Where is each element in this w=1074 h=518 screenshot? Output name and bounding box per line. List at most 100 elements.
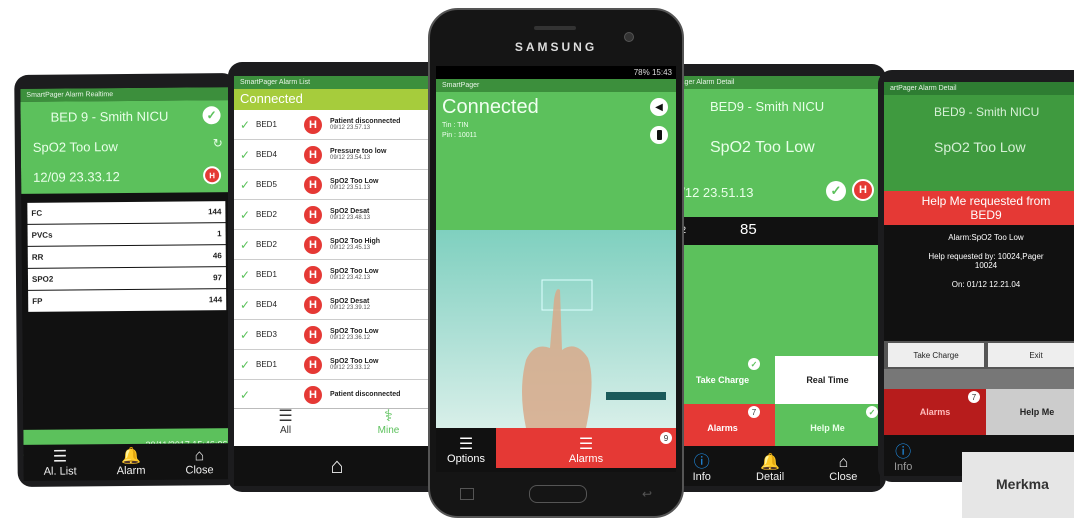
- alarm-list: ✓ BED1 H Patient disconnected 09/12 23.57.13…: [234, 110, 440, 408]
- tab-mine[interactable]: ⚕ Mine: [337, 409, 440, 445]
- ack-check-icon: ✓: [239, 267, 251, 282]
- brand-label: SAMSUNG: [514, 40, 598, 54]
- popup-timestamp: On: 01/12 12.21.04: [951, 280, 1021, 289]
- ack-check-icon[interactable]: ✓: [826, 181, 846, 201]
- real-time-button[interactable]: Real Time: [775, 356, 880, 404]
- list-icon: ☰: [578, 436, 594, 453]
- tab-all[interactable]: ☰ All: [234, 409, 337, 445]
- high-priority-icon: H: [302, 323, 324, 346]
- alarm-label: SpO2 Too Low: [32, 139, 118, 155]
- hand-touch-icon: [522, 279, 593, 428]
- row-bed: BED2: [256, 210, 277, 219]
- back-key[interactable]: ↩: [642, 487, 652, 501]
- home-icon[interactable]: ⌂: [330, 455, 343, 477]
- ack-check-icon[interactable]: ✓: [202, 106, 221, 125]
- nav-alarms[interactable]: ☰ Alarms 9: [496, 428, 676, 468]
- help-popup: Help Me requested from BED9 Alarm:SpO2 T…: [884, 191, 1074, 341]
- home-key[interactable]: [528, 485, 587, 503]
- alarm-icon: 🔔: [760, 454, 781, 471]
- vital-box: O2 85: [670, 217, 880, 248]
- alarm-list-row[interactable]: ✓BED5HSpO2 Too Low09/12 23.51.13S: [234, 170, 440, 200]
- refresh-icon[interactable]: ↻: [213, 136, 223, 150]
- row-bed: BED5: [256, 180, 277, 189]
- vitals-panel: FC 144 PVCs 1 RR 46 SPO2 97 FP 144: [21, 192, 234, 430]
- alarms-count-badge: 7: [748, 406, 760, 418]
- row-time: 09/12 23.39.12: [330, 305, 371, 311]
- ack-check-icon: ✓: [239, 147, 251, 162]
- row-bed: BED3: [256, 330, 277, 339]
- nav-alarm[interactable]: 🔔 Alarm: [117, 447, 146, 480]
- help-me-button[interactable]: Help Me: [775, 404, 880, 452]
- popup-actions: Take Charge Exit: [884, 341, 1074, 369]
- row-bed: BED4: [256, 150, 277, 159]
- battery-icon[interactable]: [650, 126, 668, 144]
- nav-close[interactable]: ⌂ Close: [185, 447, 213, 479]
- high-priority-icon: H: [302, 263, 324, 286]
- alarm-list-row[interactable]: ✓BED2HSpO2 Desat09/12 23.48.13S: [234, 200, 440, 230]
- status-bar: 78% 15:43: [436, 66, 676, 79]
- hardware-buttons: ↩: [430, 480, 682, 508]
- high-priority-icon: H: [302, 383, 324, 406]
- bed-label: BED9 - Smith NICU: [934, 105, 1040, 119]
- row-time: 09/12 23.45.13: [330, 245, 371, 251]
- app-title: artPager Alarm Detail: [884, 82, 1074, 95]
- help-me-button[interactable]: Help Me: [986, 389, 1074, 435]
- high-priority-icon: H: [852, 179, 874, 201]
- dim-row: [884, 369, 1074, 389]
- vital-row: FC 144: [27, 201, 226, 224]
- alarm-list-row[interactable]: ✓ BED1 H Patient disconnected 09/12 23.57.13: [234, 110, 440, 140]
- vital-row: PVCs 1: [27, 223, 226, 246]
- alarm-list-row[interactable]: ✓BED2HSpO2 Too High09/12 23.45.13S: [234, 230, 440, 260]
- alarm-list-row[interactable]: ✓BED3HSpO2 Too Low09/12 23.36.12S: [234, 320, 440, 350]
- high-priority-icon: H: [302, 233, 324, 256]
- caption-box: Merkma: [962, 452, 1074, 518]
- alarm-list-row[interactable]: ✓BED4HSpO2 Desat09/12 23.39.12S: [234, 290, 440, 320]
- exit-button[interactable]: Exit: [988, 343, 1074, 367]
- nav-detail[interactable]: 🔔 Detail: [756, 455, 784, 486]
- sound-icon[interactable]: ◀: [650, 98, 668, 116]
- alarm-label: SpO2 Too Low: [934, 139, 1026, 155]
- row-time: 09/12 23.54.13: [330, 155, 371, 161]
- row-alarm: Patient disconnected: [330, 118, 401, 125]
- nav-info[interactable]: ⓘ Info: [894, 445, 912, 476]
- popup-alarm: Alarm:SpO2 Too Low: [948, 233, 1024, 242]
- camera-dot: [624, 32, 634, 42]
- row-bed: BED4: [256, 300, 277, 309]
- high-priority-icon: H: [302, 203, 324, 226]
- nav-info[interactable]: ⓘ Info: [693, 455, 711, 486]
- nav-options[interactable]: ☰ Options: [436, 428, 496, 468]
- nav-close[interactable]: ⌂ Close: [829, 455, 857, 486]
- alarm-list-row[interactable]: ✓ BED4 H Pressure too low 09/12 23.54.13: [234, 140, 440, 170]
- connection-status: Connected: [234, 89, 440, 110]
- bed-label: BED 9 - Smith NICU: [50, 108, 169, 125]
- ack-check-icon: ✓: [239, 207, 251, 222]
- bottom-nav: ⓘ Info 🔔 Detail ⌂ Close: [670, 446, 880, 486]
- recent-apps-key[interactable]: [460, 488, 474, 500]
- ack-check-icon: ✓: [239, 327, 251, 342]
- ack-check-icon: ✓: [239, 177, 251, 192]
- high-priority-icon: H: [302, 173, 324, 196]
- pin-label: Pin : 10011: [442, 132, 477, 139]
- screen-main: 78% 15:43 SmartPager Connected Tin : TIN…: [436, 66, 676, 472]
- alarm-list-row[interactable]: ✓BED1HSpO2 Too Low09/12 23.42.13S: [234, 260, 440, 290]
- row-time: 09/12 23.42.13: [330, 275, 371, 281]
- phone-help-request: artPager Alarm Detail BED9 - Smith NICU …: [878, 70, 1074, 482]
- doctor-icon: ⚕: [384, 408, 393, 425]
- alarm-list-row[interactable]: ✓BED1HSpO2 Too Low09/12 23.33.12S: [234, 350, 440, 380]
- nav-alarm-list[interactable]: ☰ Al. List: [43, 449, 77, 480]
- row-bed: BED1: [256, 360, 277, 369]
- high-priority-icon: H: [302, 143, 324, 166]
- row-alarm: SpO2 Too Low: [330, 268, 379, 275]
- row-bed: BED1: [256, 120, 277, 129]
- row-alarm: SpO2 Desat: [330, 208, 370, 215]
- alarm-header: BED9 - Smith NICU SpO2 Too Low 9/12 23.5…: [670, 89, 880, 217]
- row-time: 09/12 23.57.13: [330, 125, 371, 131]
- alarm-list-row[interactable]: ✓ H Patient disconnected: [234, 380, 440, 408]
- popup-requested-by: Help requested by: 10024,Pager 10024: [928, 252, 1044, 270]
- alarm-icon: 🔔: [120, 447, 142, 466]
- ack-check-icon: ✓: [239, 357, 251, 372]
- take-charge-button[interactable]: Take Charge: [888, 343, 984, 367]
- app-title: SmartPager Alarm List: [234, 76, 440, 89]
- high-priority-icon: H: [302, 113, 324, 136]
- alarm-header: BED9 - Smith NICU SpO2 Too Low: [884, 95, 1074, 191]
